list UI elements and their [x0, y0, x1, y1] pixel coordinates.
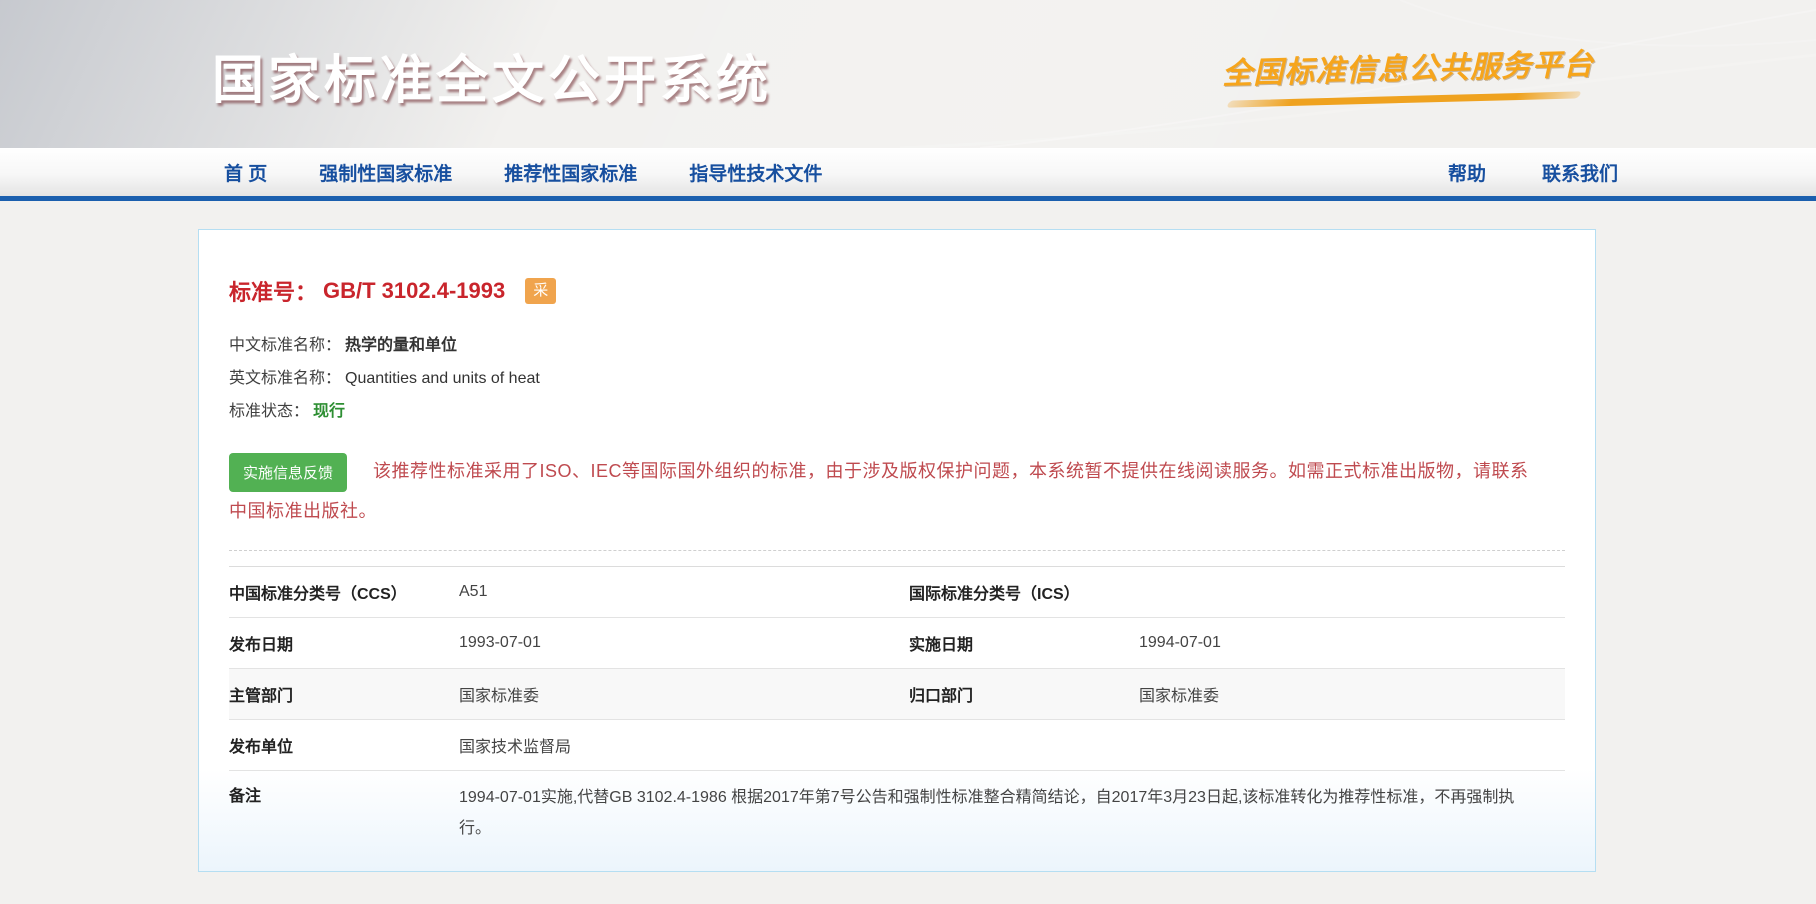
dashed-divider: [229, 550, 1565, 552]
nav-item-contact-us[interactable]: 联系我们: [1542, 159, 1618, 186]
english-name-label: 英文标准名称：: [229, 370, 342, 387]
implement-date-value: 1994-07-01: [1139, 634, 1221, 652]
table-row: 主管部门 国家标准委 归口部门 国家标准委: [229, 669, 1565, 721]
standard-number-value: GB/T 3102.4-1993: [323, 278, 506, 303]
table-row: 备注 1994-07-01实施,代替GB 3102.4-1986 根据2017年…: [229, 771, 1565, 857]
platform-logo-underline: [1226, 91, 1582, 108]
standard-info-block: 中文标准名称： 热学的量和单位 英文标准名称： Quantities and uni…: [229, 329, 1565, 428]
ics-label: 国际标准分类号（ICS）: [909, 586, 1080, 604]
copyright-notice-text: 该推荐性标准采用了ISO、IEC等国际国外组织的标准，由于涉及版权保护问题，本系…: [229, 461, 1529, 522]
platform-logo[interactable]: 全国标准信息公共服务平台: [1222, 44, 1594, 108]
chinese-name-line: 中文标准名称： 热学的量和单位: [229, 329, 1565, 362]
adopted-international-badge[interactable]: 采: [525, 278, 557, 304]
nav-item-guiding-documents[interactable]: 指导性技术文件: [689, 159, 822, 186]
chinese-name-value: 热学的量和单位: [345, 337, 458, 354]
ccs-label: 中国标准分类号（CCS）: [229, 586, 407, 604]
publish-date-value: 1993-07-01: [459, 634, 541, 652]
issuing-unit-label: 发布单位: [229, 739, 294, 757]
implement-date-label: 实施日期: [909, 637, 974, 655]
nav-left-group: 首 页 强制性国家标准 推荐性国家标准 指导性技术文件: [224, 159, 822, 186]
implementation-feedback-button[interactable]: 实施信息反馈: [229, 453, 348, 493]
centralized-dept-label: 归口部门: [909, 688, 974, 706]
admin-dept-label: 主管部门: [229, 688, 294, 706]
remarks-value: 1994-07-01实施,代替GB 3102.4-1986 根据2017年第7号…: [459, 789, 1515, 838]
nav-item-mandatory-standards[interactable]: 强制性国家标准: [319, 159, 452, 186]
site-title: 国家标准全文公开系统: [212, 52, 773, 110]
table-row: 发布日期 1993-07-01 实施日期 1994-07-01: [229, 618, 1565, 670]
nav-item-help[interactable]: 帮助: [1448, 159, 1486, 186]
nav-right-group: 帮助 联系我们: [1448, 159, 1618, 186]
standard-number-label: 标准号：: [229, 280, 318, 305]
main-nav: 首 页 强制性国家标准 推荐性国家标准 指导性技术文件 帮助 联系我们: [0, 148, 1816, 196]
admin-dept-value: 国家标准委: [459, 688, 540, 706]
english-name-value: Quantities and units of heat: [345, 370, 540, 387]
table-row: 中国标准分类号（CCS） A51 国际标准分类号（ICS）: [229, 567, 1565, 619]
platform-logo-text: 全国标准信息公共服务平台: [1221, 48, 1595, 91]
centralized-dept-value: 国家标准委: [1139, 688, 1220, 706]
table-row: 发布单位 国家技术监督局: [229, 720, 1565, 772]
status-label: 标准状态：: [229, 403, 310, 420]
status-badge: 现行: [313, 403, 346, 420]
standard-detail-card: 标准号： GB/T 3102.4-1993 采 中文标准名称： 热学的量和单位 英…: [198, 229, 1596, 872]
standard-attributes-table: 中国标准分类号（CCS） A51 国际标准分类号（ICS） 发布日期 1993-…: [229, 566, 1565, 857]
chinese-name-label: 中文标准名称：: [229, 337, 342, 354]
status-line: 标准状态： 现行: [229, 395, 1565, 428]
copyright-notice-row: 实施信息反馈 该推荐性标准采用了ISO、IEC等国际国外组织的标准，由于涉及版权保…: [229, 452, 1565, 532]
publish-date-label: 发布日期: [229, 637, 294, 655]
remarks-label: 备注: [229, 788, 262, 806]
nav-item-home[interactable]: 首 页: [224, 159, 267, 186]
ccs-value: A51: [459, 583, 488, 601]
english-name-line: 英文标准名称： Quantities and units of heat: [229, 362, 1565, 395]
main-content: 标准号： GB/T 3102.4-1993 采 中文标准名称： 热学的量和单位 英…: [0, 201, 1816, 872]
site-header: 国家标准全文公开系统 全国标准信息公共服务平台: [0, 0, 1816, 148]
nav-item-recommended-standards[interactable]: 推荐性国家标准: [504, 159, 637, 186]
standard-number-row: 标准号： GB/T 3102.4-1993 采: [229, 275, 1565, 307]
issuing-unit-value: 国家技术监督局: [459, 739, 572, 757]
